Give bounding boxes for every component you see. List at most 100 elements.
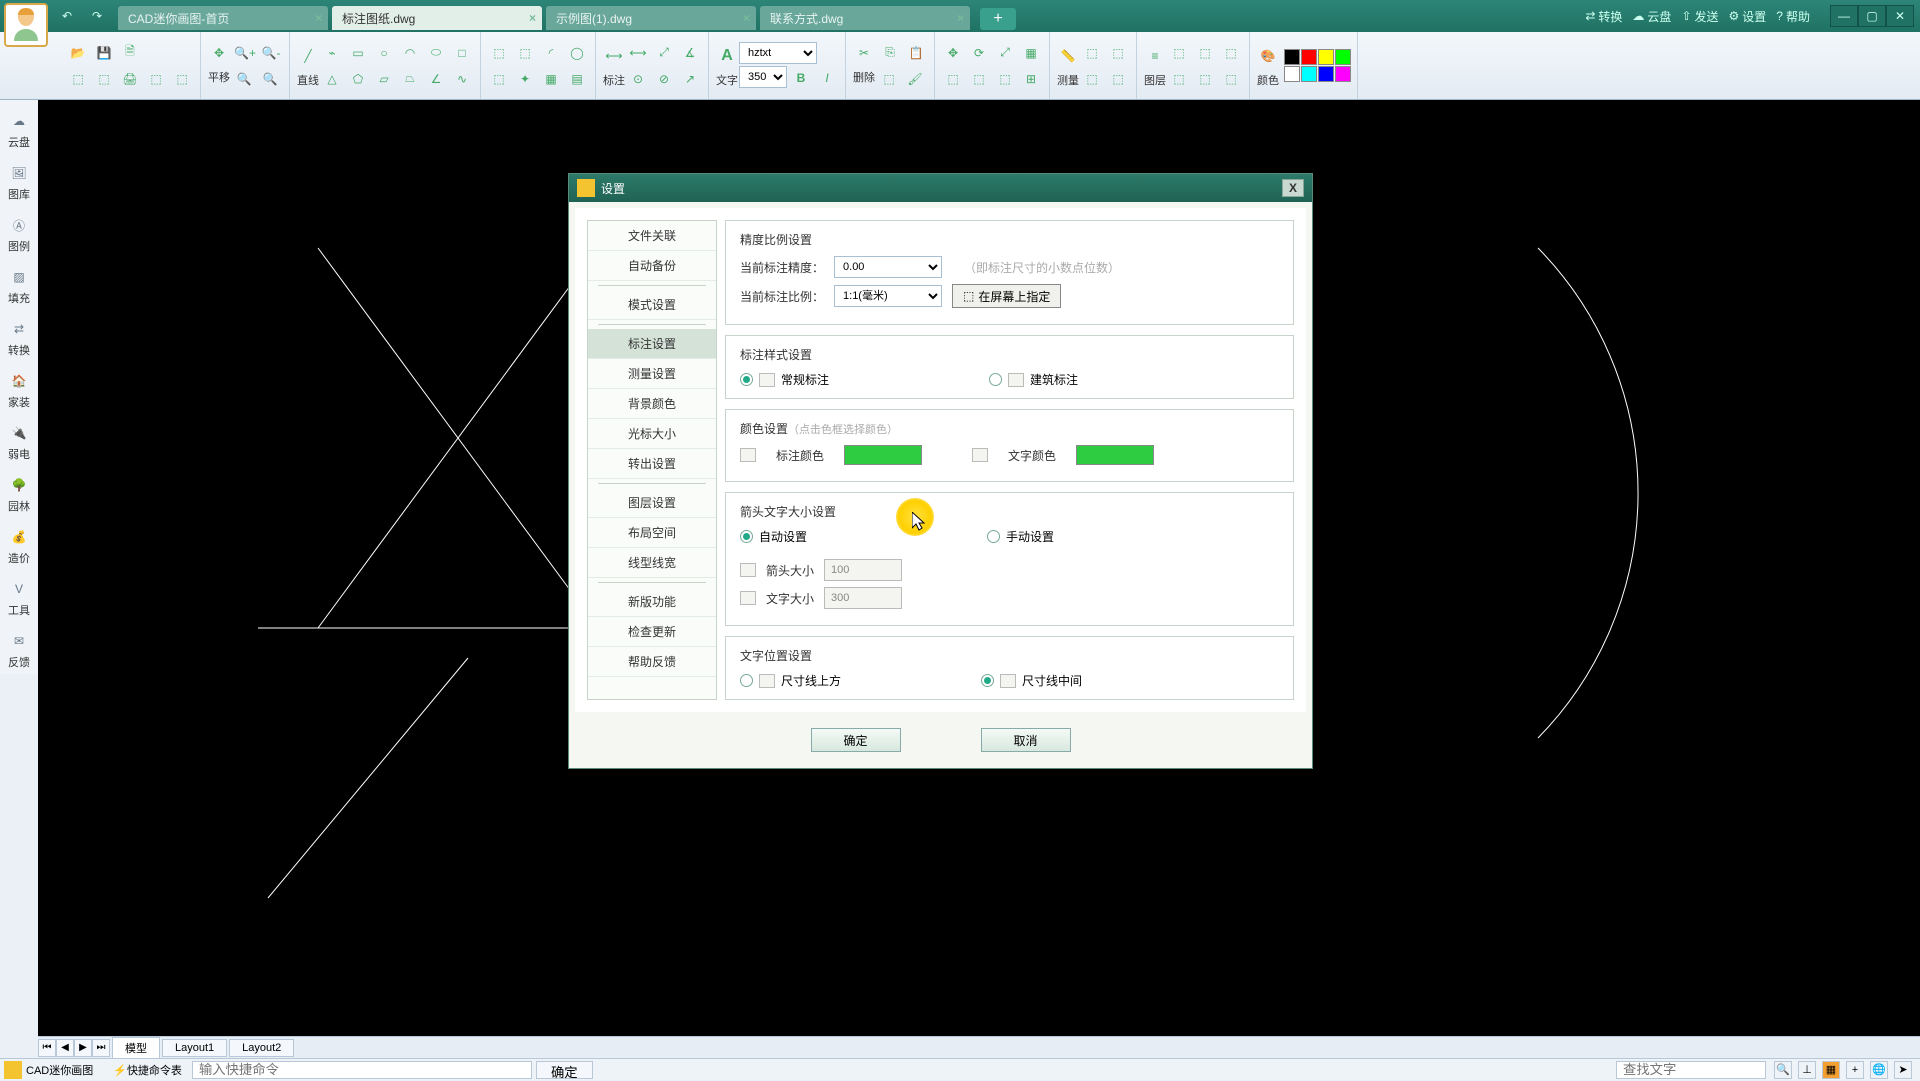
area-icon[interactable]: ⬚	[1106, 41, 1130, 65]
offset-icon[interactable]: ⬚	[487, 41, 511, 65]
print-icon[interactable]: 🖨	[118, 67, 142, 91]
parallelogram-icon[interactable]: ▱	[372, 67, 396, 91]
back-button[interactable]: ↶	[56, 5, 78, 27]
help-button[interactable]: ?帮助	[1776, 8, 1810, 25]
mirror-icon[interactable]: ⬚	[513, 41, 537, 65]
layerlock-icon[interactable]: ⬚	[1167, 67, 1191, 91]
nav-check-update[interactable]: 检查更新	[588, 617, 716, 647]
tab-contact-dwg[interactable]: 联系方式.dwg×	[760, 6, 970, 30]
text-size-input[interactable]	[824, 587, 902, 609]
trapezoid-icon[interactable]: ⏢	[398, 67, 422, 91]
nav-cursor-size[interactable]: 光标大小	[588, 419, 716, 449]
nav-linetype[interactable]: 线型线宽	[588, 548, 716, 578]
scale-icon[interactable]: ⤢	[993, 41, 1017, 65]
add-tab-button[interactable]: +	[980, 8, 1016, 30]
layeroff-icon[interactable]: ⬚	[1193, 41, 1217, 65]
align-icon[interactable]: ⬚	[941, 67, 965, 91]
dimradius-icon[interactable]: ⊙	[626, 67, 650, 91]
layermatch-icon[interactable]: ⬚	[1219, 67, 1243, 91]
cursor-icon[interactable]: ➤	[1894, 1061, 1912, 1079]
layerwalk-icon[interactable]: ⬚	[1193, 67, 1217, 91]
color-yellow[interactable]	[1318, 49, 1334, 65]
nav-layer-settings[interactable]: 图层设置	[588, 488, 716, 518]
text-color-swatch[interactable]	[1076, 445, 1154, 465]
nav-auto-backup[interactable]: 自动备份	[588, 251, 716, 281]
ortho-icon[interactable]: ⊥	[1798, 1061, 1816, 1079]
send-button[interactable]: ⇧发送	[1681, 8, 1718, 25]
precision-select[interactable]: 0.00	[834, 256, 942, 278]
color-cyan[interactable]	[1301, 66, 1317, 82]
line-icon[interactable]: ╱	[296, 44, 320, 68]
add-icon[interactable]: +	[1846, 1061, 1864, 1079]
fontsize-select[interactable]: 350	[739, 66, 787, 88]
layerfreeze-icon[interactable]: ⬚	[1219, 41, 1243, 65]
radio-manual-size[interactable]: 手动设置	[987, 528, 1054, 545]
color-magenta[interactable]	[1335, 66, 1351, 82]
dialog-close-button[interactable]: X	[1282, 179, 1304, 197]
explode-icon[interactable]: ⬚	[993, 67, 1017, 91]
fillet-icon[interactable]: ◜	[539, 41, 563, 65]
sketch-icon[interactable]: ∠	[424, 67, 448, 91]
rect-icon[interactable]: ▭	[346, 41, 370, 65]
tab-first[interactable]: ⏮	[38, 1039, 56, 1057]
nav-mode-settings[interactable]: 模式设置	[588, 290, 716, 320]
colorwheel-icon[interactable]: 🎨	[1256, 44, 1280, 68]
copyobj-icon[interactable]: ⎘	[878, 41, 902, 65]
tab-example-dwg[interactable]: 示例图(1).dwg×	[546, 6, 756, 30]
italic-button[interactable]: I	[815, 66, 839, 90]
font-select[interactable]: hztxt	[739, 42, 817, 64]
sidebar-tools[interactable]: V工具	[2, 574, 36, 622]
ellipse-icon[interactable]: ⬭	[424, 41, 448, 65]
dimaligned-icon[interactable]: ⤢	[652, 41, 676, 65]
color-red[interactable]	[1301, 49, 1317, 65]
save-icon[interactable]: 💾	[92, 41, 116, 65]
leader-icon[interactable]: ↗	[678, 67, 702, 91]
sidebar-hatch[interactable]: ▨填充	[2, 262, 36, 310]
dimangular-icon[interactable]: ∡	[678, 41, 702, 65]
text-icon[interactable]: A	[715, 44, 739, 68]
close-icon[interactable]: ×	[529, 11, 536, 25]
sidebar-cost[interactable]: 💰造价	[2, 522, 36, 570]
saveas-icon[interactable]: 🗎	[118, 41, 142, 65]
nav-annotation-settings[interactable]: 标注设置	[588, 329, 716, 359]
cancel-button[interactable]: 取消	[981, 728, 1071, 752]
erase-icon[interactable]: ✂	[852, 41, 876, 65]
sidebar-gallery[interactable]: 🖼图库	[2, 158, 36, 206]
radio-arch-annotation[interactable]: 建筑标注	[989, 371, 1078, 388]
open-icon[interactable]: 📂	[66, 41, 90, 65]
trim-icon[interactable]: ✦	[513, 67, 537, 91]
settings-button[interactable]: ⚙设置	[1729, 8, 1767, 25]
cut-icon[interactable]: ⬚	[877, 67, 901, 91]
snap-icon[interactable]: ▦	[1822, 1061, 1840, 1079]
dimdiameter-icon[interactable]: ⊘	[652, 67, 676, 91]
block-icon[interactable]: ▦	[1019, 41, 1043, 65]
tab-model[interactable]: 模型	[112, 1037, 160, 1059]
angle-icon[interactable]: ⬚	[1080, 67, 1104, 91]
dim-color-swatch[interactable]	[844, 445, 922, 465]
circle-icon[interactable]: ○	[372, 41, 396, 65]
nav-new-features[interactable]: 新版功能	[588, 587, 716, 617]
close-icon[interactable]: ×	[957, 11, 964, 25]
forward-button[interactable]: ↷	[86, 5, 108, 27]
search-icon[interactable]: 🔍	[1774, 1061, 1792, 1079]
cloud-button[interactable]: ☁云盘	[1632, 8, 1671, 25]
color-black[interactable]	[1284, 49, 1300, 65]
sidebar-garden[interactable]: 🌳园林	[2, 470, 36, 518]
color-white[interactable]	[1284, 66, 1300, 82]
maximize-button[interactable]: ▢	[1858, 5, 1886, 27]
nav-export-settings[interactable]: 转出设置	[588, 449, 716, 479]
tab-layout2[interactable]: Layout2	[229, 1039, 294, 1057]
tab-home[interactable]: CAD迷你画图-首页×	[118, 6, 328, 30]
rotate-icon[interactable]: ⟳	[967, 41, 991, 65]
triangle-icon[interactable]: △	[320, 67, 344, 91]
layer-icon[interactable]: ≡	[1143, 44, 1167, 68]
paste-icon[interactable]: 📋	[904, 41, 928, 65]
nav-help-feedback[interactable]: 帮助反馈	[588, 647, 716, 677]
zoomin-icon[interactable]: 🔍+	[233, 41, 257, 65]
radio-above-line[interactable]: 尺寸线上方	[740, 672, 841, 689]
dist-icon[interactable]: ⬚	[1080, 41, 1104, 65]
color-blue[interactable]	[1318, 66, 1334, 82]
redo-icon[interactable]: ⬚	[92, 67, 116, 91]
nav-layout-space[interactable]: 布局空间	[588, 518, 716, 548]
group-icon[interactable]: ⊞	[1019, 67, 1043, 91]
